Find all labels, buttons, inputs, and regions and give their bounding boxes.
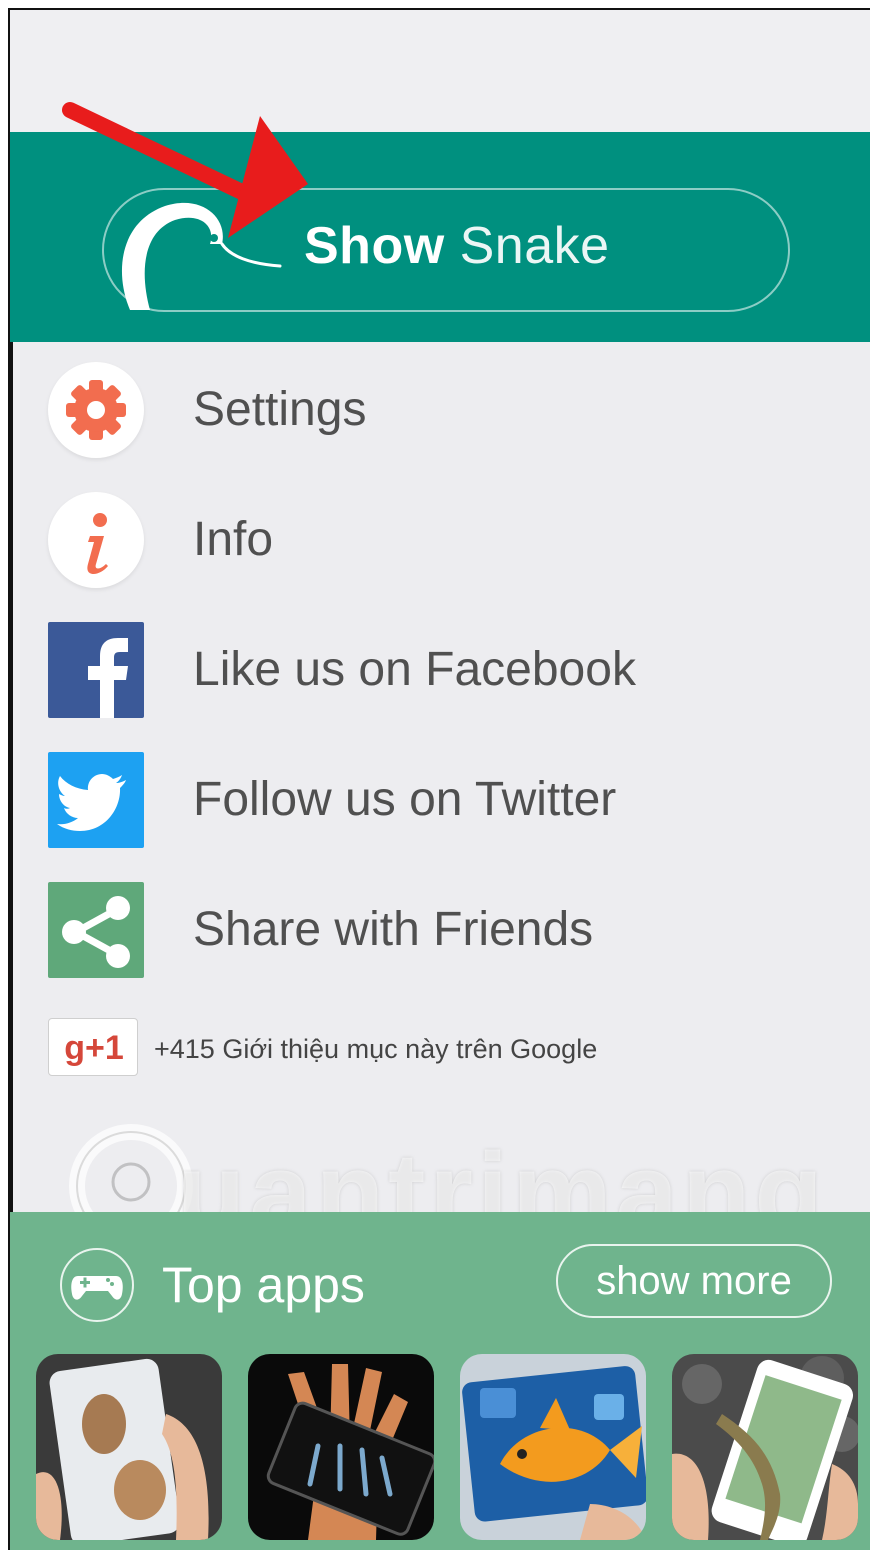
app-thumb-xray[interactable] (248, 1354, 434, 1540)
show-snake-button[interactable]: Show Snake (102, 188, 790, 312)
menu-label-share: Share with Friends (193, 903, 594, 956)
google-plus-one-button[interactable]: g+1 (48, 1018, 138, 1076)
snake-icon (121, 202, 282, 310)
menu-item-twitter[interactable]: Follow us on Twitter (10, 742, 870, 852)
google-plus-count: +415 Giới thiệu mục này trên Google (154, 1034, 598, 1064)
top-apps-title: Top apps (162, 1257, 365, 1313)
menu-item-facebook[interactable]: Like us on Facebook (10, 612, 870, 722)
lizard-in-phone-icon (672, 1354, 858, 1540)
show-snake-word1: Show (304, 217, 445, 275)
twitter-icon (48, 752, 144, 848)
facebook-icon (48, 622, 144, 718)
status-area (10, 10, 870, 132)
show-more-button[interactable]: show more (556, 1244, 832, 1318)
show-snake-word2: Snake (459, 217, 610, 275)
top-apps-panel: Top apps show more (10, 1212, 870, 1550)
app-drawer: Show Snake Settings Info Like us on Face… (10, 10, 870, 1550)
menu-item-share[interactable]: Share with Friends (10, 872, 870, 982)
xray-hand-icon (248, 1354, 434, 1540)
menu-label-settings: Settings (193, 383, 367, 436)
menu-label-facebook: Like us on Facebook (193, 643, 636, 696)
goldfish-in-phone-icon (460, 1354, 646, 1540)
menu-item-info[interactable]: Info (10, 482, 870, 592)
gamepad-icon (60, 1248, 134, 1322)
app-thumb-mouse[interactable] (36, 1354, 222, 1540)
info-icon (48, 492, 144, 588)
share-icon (48, 882, 144, 978)
menu-item-settings[interactable]: Settings (10, 352, 870, 462)
menu-label-twitter: Follow us on Twitter (193, 773, 617, 826)
gear-icon (48, 362, 144, 458)
header-band: Show Snake (10, 132, 870, 342)
app-thumb-lizard[interactable] (672, 1354, 858, 1540)
show-snake-label: Show Snake (304, 216, 610, 276)
google-plus-one-label: g+1 (64, 1029, 124, 1067)
mouse-in-phone-icon (36, 1354, 222, 1540)
menu-label-info: Info (193, 513, 274, 566)
app-thumb-goldfish[interactable] (460, 1354, 646, 1540)
